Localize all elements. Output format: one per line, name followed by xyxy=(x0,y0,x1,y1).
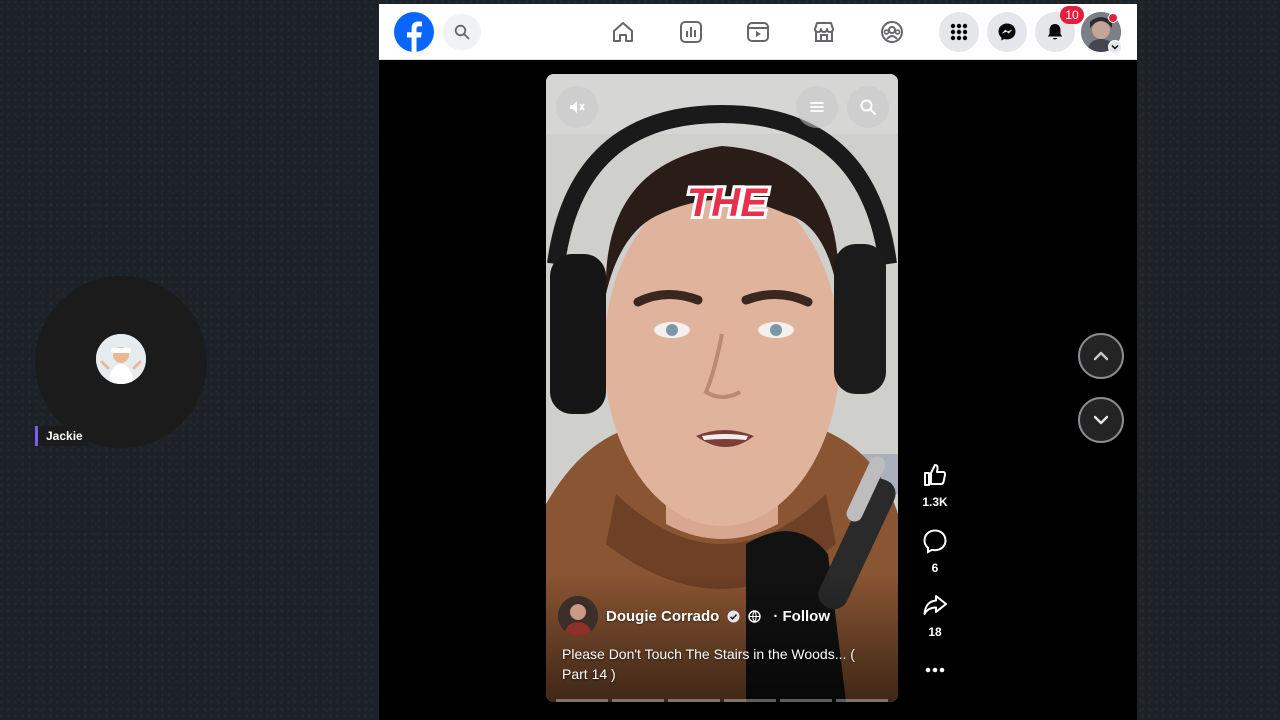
progress-segment xyxy=(612,699,664,702)
top-navigation-bar: 10 xyxy=(379,4,1137,60)
overlay-caption: THE xyxy=(684,178,771,228)
reel-search-button[interactable] xyxy=(847,86,889,128)
progress-segment xyxy=(556,699,608,702)
facebook-window: 10 THE Dougie Corrado · Follow Please Do… xyxy=(379,4,1137,720)
search-icon xyxy=(860,99,876,115)
chevron-down-icon xyxy=(1093,415,1109,425)
share-icon xyxy=(923,595,947,615)
mute-button[interactable] xyxy=(556,86,598,128)
globe-icon xyxy=(748,609,762,623)
svg-text:THE: THE xyxy=(687,181,768,225)
progress-segment xyxy=(836,699,888,702)
groups-icon xyxy=(881,21,903,43)
participant-avatar xyxy=(96,334,146,384)
reel-description[interactable]: Please Don't Touch The Stairs in the Woo… xyxy=(562,644,882,684)
video-icon xyxy=(747,22,769,42)
chevron-up-icon xyxy=(1093,351,1109,361)
next-reel-button[interactable] xyxy=(1078,397,1124,443)
speaker-muted-icon xyxy=(570,101,585,113)
share-count: 18 xyxy=(928,625,942,639)
nav-dashboard[interactable] xyxy=(676,17,706,47)
progress-segment xyxy=(668,699,720,702)
progress-segment xyxy=(780,699,832,702)
menu-button[interactable] xyxy=(939,12,979,52)
notification-badge: 10 xyxy=(1060,6,1084,24)
progress-segment xyxy=(724,699,776,702)
previous-reel-button[interactable] xyxy=(1078,333,1124,379)
like-button[interactable]: 1.3K xyxy=(915,462,955,509)
nav-groups[interactable] xyxy=(877,17,907,47)
profile-alert-dot xyxy=(1108,13,1118,23)
nav-marketplace[interactable] xyxy=(809,17,839,47)
captions-menu-button[interactable] xyxy=(796,86,838,128)
nav-home[interactable] xyxy=(608,17,638,47)
follow-link[interactable]: · Follow xyxy=(773,608,830,625)
bell-icon xyxy=(1047,24,1063,40)
list-icon xyxy=(810,102,824,112)
share-button[interactable]: 18 xyxy=(915,592,955,639)
comment-icon xyxy=(923,529,947,554)
search-button[interactable] xyxy=(443,14,481,50)
comment-count: 6 xyxy=(931,561,939,575)
dashboard-icon xyxy=(680,21,702,43)
marketplace-icon xyxy=(814,22,834,42)
account-menu-button[interactable] xyxy=(1108,40,1122,54)
facebook-logo-icon[interactable] xyxy=(394,12,434,52)
nav-video[interactable] xyxy=(743,17,773,47)
author-name[interactable]: Dougie Corrado xyxy=(606,608,719,625)
messenger-icon xyxy=(998,23,1016,41)
reel-progress-bar xyxy=(556,699,888,702)
participant-tile xyxy=(35,276,207,448)
reel-author-row: Dougie Corrado · Follow xyxy=(558,596,830,636)
participant-name: Jackie xyxy=(35,426,88,446)
search-icon xyxy=(454,24,470,40)
more-horizontal-icon xyxy=(925,667,945,673)
messenger-button[interactable] xyxy=(987,12,1027,52)
reel-video-player[interactable]: THE Dougie Corrado · Follow Please Don't… xyxy=(546,74,898,702)
menu-grid-icon xyxy=(950,23,968,41)
author-avatar[interactable] xyxy=(558,596,598,636)
like-count: 1.3K xyxy=(922,495,948,509)
chevron-down-icon xyxy=(1111,45,1119,50)
comment-button[interactable]: 6 xyxy=(915,528,955,575)
more-options-button[interactable] xyxy=(915,660,955,685)
verified-badge-icon xyxy=(727,610,740,622)
thumbs-up-icon xyxy=(924,464,947,486)
home-icon xyxy=(613,22,633,42)
